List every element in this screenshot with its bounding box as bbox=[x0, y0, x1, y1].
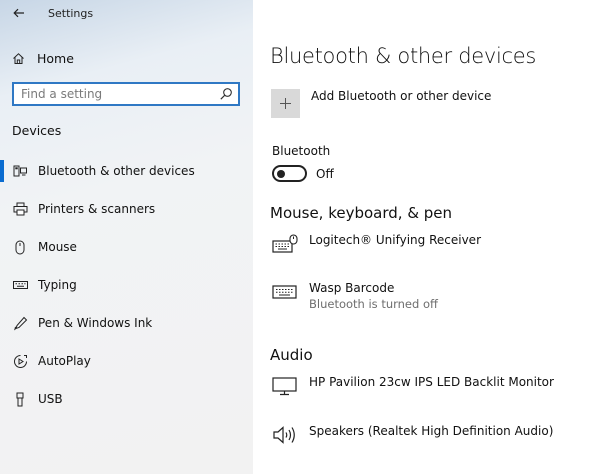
sidebar-item-label: Printers & scanners bbox=[38, 202, 156, 216]
sidebar-item-bluetooth[interactable]: Bluetooth & other devices bbox=[0, 152, 253, 190]
device-name: Logitech® Unifying Receiver bbox=[309, 233, 481, 247]
page-title: Bluetooth & other devices bbox=[270, 44, 537, 68]
search-icon[interactable] bbox=[219, 87, 233, 101]
add-device-button[interactable] bbox=[271, 89, 300, 118]
main-content: Bluetooth & other devices Add Bluetooth … bbox=[253, 0, 600, 474]
bluetooth-devices-icon bbox=[12, 163, 28, 179]
window-title: Settings bbox=[48, 7, 94, 20]
device-name: HP Pavilion 23cw IPS LED Backlit Monitor bbox=[309, 375, 554, 389]
plus-icon bbox=[280, 98, 291, 109]
sidebar-item-label: Typing bbox=[38, 278, 77, 292]
home-nav-item[interactable]: Home bbox=[12, 48, 74, 68]
keyboard-icon bbox=[271, 281, 299, 303]
sidebar-item-label: Mouse bbox=[38, 240, 77, 254]
device-status: Bluetooth is turned off bbox=[309, 297, 438, 311]
title-bar: Settings bbox=[0, 0, 253, 28]
device-name: Wasp Barcode bbox=[309, 281, 395, 295]
bluetooth-toggle[interactable] bbox=[272, 165, 307, 182]
sidebar-item-label: Bluetooth & other devices bbox=[38, 164, 195, 178]
sidebar-item-label: Pen & Windows Ink bbox=[38, 316, 153, 330]
printer-icon bbox=[12, 201, 28, 217]
mouse-icon bbox=[12, 239, 28, 255]
sidebar-item-pen[interactable]: Pen & Windows Ink bbox=[0, 304, 253, 342]
back-button[interactable] bbox=[10, 4, 28, 22]
pen-icon bbox=[12, 315, 28, 331]
sidebar-item-mouse[interactable]: Mouse bbox=[0, 228, 253, 266]
group-title-audio: Audio bbox=[270, 346, 313, 364]
device-name: Speakers (Realtek High Definition Audio) bbox=[309, 424, 554, 438]
sidebar-item-typing[interactable]: Typing bbox=[0, 266, 253, 304]
search-input[interactable] bbox=[14, 84, 214, 104]
device-hp-monitor[interactable]: HP Pavilion 23cw IPS LED Backlit Monitor bbox=[271, 375, 554, 397]
device-wasp-barcode[interactable]: Wasp Barcode Bluetooth is turned off bbox=[271, 281, 438, 312]
sidebar-item-printers[interactable]: Printers & scanners bbox=[0, 190, 253, 228]
sidebar-item-usb[interactable]: USB bbox=[0, 380, 253, 418]
device-logitech[interactable]: Logitech® Unifying Receiver bbox=[271, 233, 481, 255]
toggle-knob bbox=[277, 169, 285, 178]
bluetooth-label: Bluetooth bbox=[272, 144, 331, 158]
group-title-input: Mouse, keyboard, & pen bbox=[270, 204, 453, 222]
home-label: Home bbox=[37, 50, 74, 66]
sidebar-item-label: USB bbox=[38, 392, 63, 406]
home-icon bbox=[13, 52, 24, 64]
keyboard-icon bbox=[12, 277, 28, 293]
sidebar-item-autoplay[interactable]: AutoPlay bbox=[0, 342, 253, 380]
section-label: Devices bbox=[12, 123, 62, 138]
keyboard-mouse-icon bbox=[271, 233, 299, 255]
monitor-icon bbox=[271, 375, 299, 397]
search-box[interactable] bbox=[12, 82, 240, 106]
speaker-icon bbox=[271, 424, 299, 446]
add-device-label[interactable]: Add Bluetooth or other device bbox=[311, 89, 491, 103]
sidebar-item-label: AutoPlay bbox=[38, 354, 91, 368]
usb-icon bbox=[12, 391, 28, 407]
sidebar: Settings Home Devices Bluetooth & other bbox=[0, 0, 253, 474]
sidebar-nav: Bluetooth & other devices Printers & sca… bbox=[0, 152, 253, 418]
autoplay-icon bbox=[12, 353, 28, 369]
device-speakers[interactable]: Speakers (Realtek High Definition Audio) bbox=[271, 424, 553, 446]
back-arrow-icon bbox=[13, 8, 24, 18]
bluetooth-state: Off bbox=[316, 167, 334, 181]
